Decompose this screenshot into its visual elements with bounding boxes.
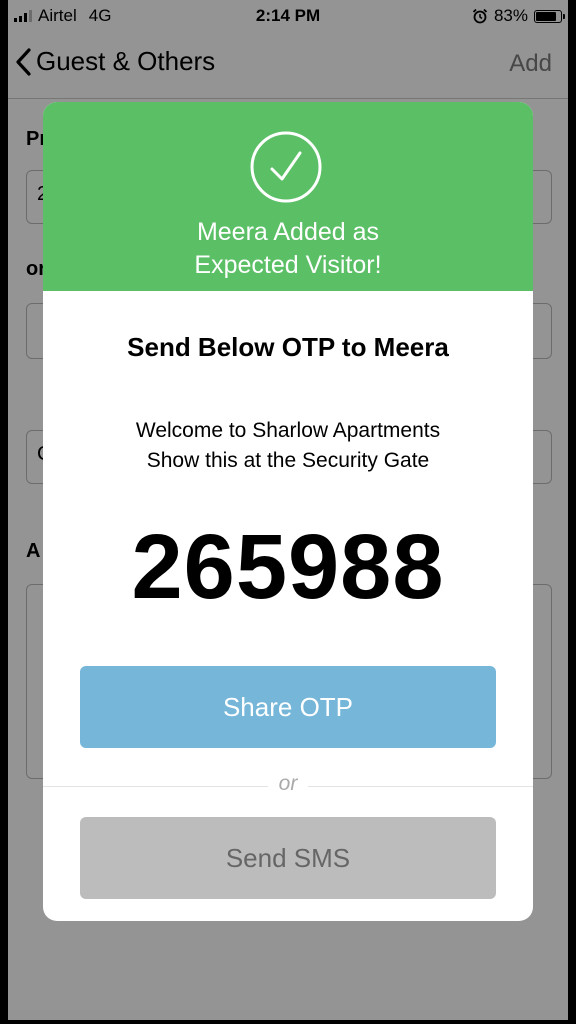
modal-header: Meera Added as Expected Visitor!: [43, 102, 533, 291]
welcome-message: Welcome to Sharlow Apartments Show this …: [43, 416, 533, 476]
welcome-line2: Show this at the Security Gate: [146, 449, 430, 472]
visitor-added-modal: Meera Added as Expected Visitor! Send Be…: [43, 102, 533, 921]
app-screen: Airtel 4G 2:14 PM 83% Guest & Others Add…: [8, 0, 568, 1020]
welcome-line1: Welcome to Sharlow Apartments: [135, 419, 441, 442]
share-otp-button[interactable]: Share OTP: [80, 666, 496, 748]
send-sms-button[interactable]: Send SMS: [80, 817, 496, 899]
otp-title: Send Below OTP to Meera: [127, 332, 449, 362]
otp-code: 265988: [131, 516, 445, 618]
visitor-added-line2: Expected Visitor!: [194, 251, 382, 279]
checkmark-circle-icon: [250, 131, 322, 203]
visitor-added-line1: Meera Added as: [196, 218, 380, 246]
visitor-added-message: Meera Added as Expected Visitor!: [43, 216, 533, 282]
or-label: or: [268, 772, 308, 796]
